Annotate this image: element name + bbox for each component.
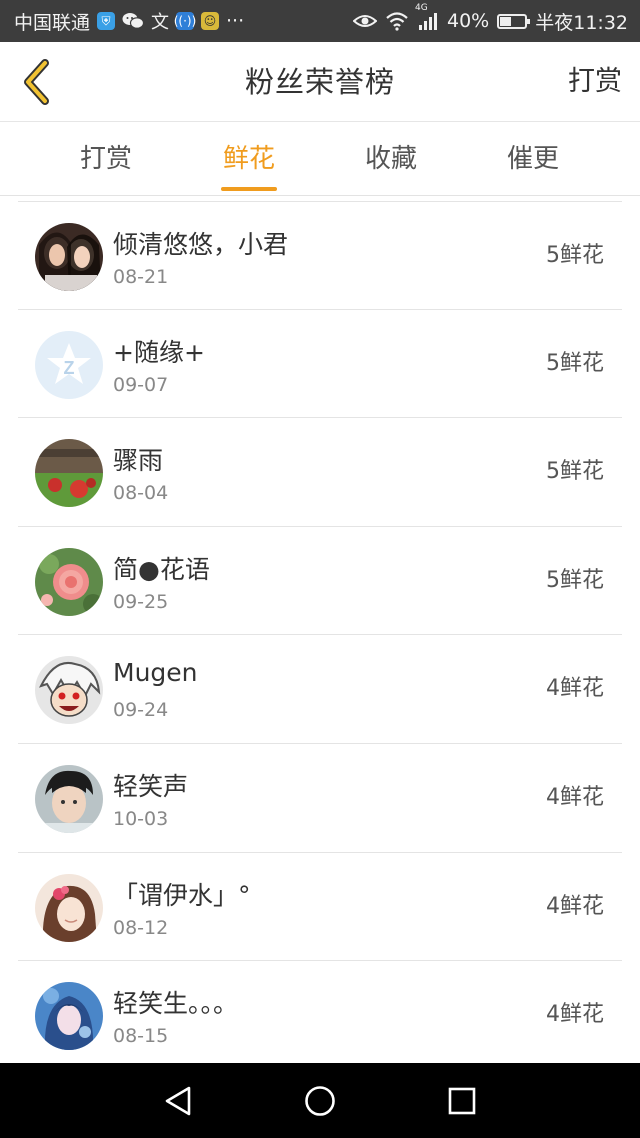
flower-count: 5鲜花 <box>546 243 604 268</box>
status-bar-left: 中国联通 ⛨ 文 ((·)) ☺ ··· <box>14 8 244 35</box>
square-recents-icon <box>448 1087 476 1114</box>
avatar <box>35 223 103 291</box>
list-item[interactable]: 轻笑声 10-03 4鲜花 <box>18 744 622 853</box>
fan-ranking-list: 倾清悠悠，小君 08-21 5鲜花 Z +随缘+ 09-07 5鲜花 骤雨 08… <box>18 201 622 1063</box>
fan-name: 骤雨 <box>113 446 164 476</box>
wifi-icon <box>385 11 409 31</box>
tab-label: 收藏 <box>364 144 417 174</box>
fan-name: 简●花语 <box>113 554 210 584</box>
avatar <box>35 439 103 508</box>
battery-level-fill <box>500 16 511 26</box>
tab-reward[interactable]: 打赏 <box>46 122 166 196</box>
fan-date: 09-25 <box>113 590 169 613</box>
eye-comfort-icon <box>353 13 377 29</box>
fan-name: Mugen <box>113 658 198 688</box>
fan-date: 08-12 <box>113 916 169 939</box>
app-screen: 中国联通 ⛨ 文 ((·)) ☺ ··· 4G 40% 半夜11:32 粉丝荣誉… <box>0 0 640 1138</box>
battery-icon <box>497 13 531 29</box>
tab-urge-update[interactable]: 催更 <box>473 122 593 196</box>
flower-count: 4鲜花 <box>546 1002 604 1028</box>
list-item[interactable]: 倾清悠悠，小君 08-21 5鲜花 <box>18 201 622 310</box>
fan-date: 08-21 <box>113 266 169 288</box>
fan-name: 轻笑声 <box>113 771 189 801</box>
tab-label: 鲜花 <box>222 144 275 174</box>
tab-favorites[interactable]: 收藏 <box>331 122 451 196</box>
fan-date: 10-03 <box>113 807 169 830</box>
list-item[interactable]: 轻笑生。。。 08-15 4鲜花 <box>18 961 622 1063</box>
tab-label: 打赏 <box>79 144 132 174</box>
status-bar-right: 4G 40% 半夜11:32 <box>353 3 628 35</box>
fan-date: 08-04 <box>113 482 169 505</box>
flower-count: 4鲜花 <box>546 784 604 810</box>
page-title: 粉丝荣誉榜 <box>244 65 395 99</box>
flower-count: 5鲜花 <box>546 350 604 376</box>
avatar <box>35 764 103 833</box>
avatar <box>35 873 103 942</box>
fan-date: 09-07 <box>113 373 169 396</box>
list-item[interactable]: 「谓伊水」° 08-12 4鲜花 <box>18 853 622 962</box>
flower-count: 5鲜花 <box>546 567 604 593</box>
tab-bar: 打赏 鲜花 收藏 催更 <box>0 122 640 196</box>
battery-percent: 40% <box>447 10 490 32</box>
fan-name: 倾清悠悠，小君 <box>113 230 289 259</box>
fan-date: 09-24 <box>113 699 169 722</box>
network-type: 4G <box>415 3 428 13</box>
cell-signal-icon: 4G <box>415 3 439 31</box>
triangle-back-icon <box>165 1086 191 1115</box>
active-tab-indicator <box>221 187 277 191</box>
avatar <box>35 982 103 1051</box>
nav-back-button[interactable] <box>138 1063 218 1138</box>
more-notifications-icon: ··· <box>226 10 245 32</box>
status-bar: 中国联通 ⛨ 文 ((·)) ☺ ··· 4G 40% 半夜11:32 <box>0 0 640 42</box>
mascot-app-icon: ☺ <box>201 12 220 30</box>
avatar <box>35 547 103 616</box>
fan-name: 轻笑生。。。 <box>113 989 239 1019</box>
tab-label: 催更 <box>506 144 559 174</box>
reward-button[interactable]: 打赏 <box>568 42 622 122</box>
shield-app-icon: ⛨ <box>97 12 116 30</box>
flower-count: 5鲜花 <box>546 459 604 485</box>
tab-flowers[interactable]: 鲜花 <box>189 122 309 196</box>
flower-count: 4鲜花 <box>546 893 604 919</box>
avatar <box>35 656 103 725</box>
circle-home-icon <box>305 1085 335 1116</box>
list-item[interactable]: Z +随缘+ 09-07 5鲜花 <box>18 310 622 419</box>
nav-home-button[interactable] <box>280 1063 360 1138</box>
clock: 半夜11:32 <box>535 11 628 34</box>
translate-icon: 文 <box>151 12 170 33</box>
list-item[interactable]: 简●花语 09-25 5鲜花 <box>18 527 622 636</box>
svg-text:Z: Z <box>64 358 75 378</box>
carrier-name: 中国联通 <box>14 11 91 34</box>
list-item[interactable]: 骤雨 08-04 5鲜花 <box>18 418 622 527</box>
fan-date: 08-15 <box>113 1025 169 1048</box>
avatar: Z <box>35 330 103 399</box>
nav-recents-button[interactable] <box>422 1063 502 1138</box>
fan-name: +随缘+ <box>113 337 205 367</box>
wechat-icon <box>122 12 145 30</box>
flower-count: 4鲜花 <box>546 676 604 702</box>
list-item[interactable]: Mugen 09-24 4鲜花 <box>18 635 622 744</box>
app-header: 粉丝荣誉榜 打赏 <box>0 42 640 122</box>
hotspot-app-icon: ((·)) <box>173 12 197 30</box>
fan-name: 「谓伊水」° <box>113 880 251 910</box>
system-navigation-bar <box>0 1063 640 1138</box>
